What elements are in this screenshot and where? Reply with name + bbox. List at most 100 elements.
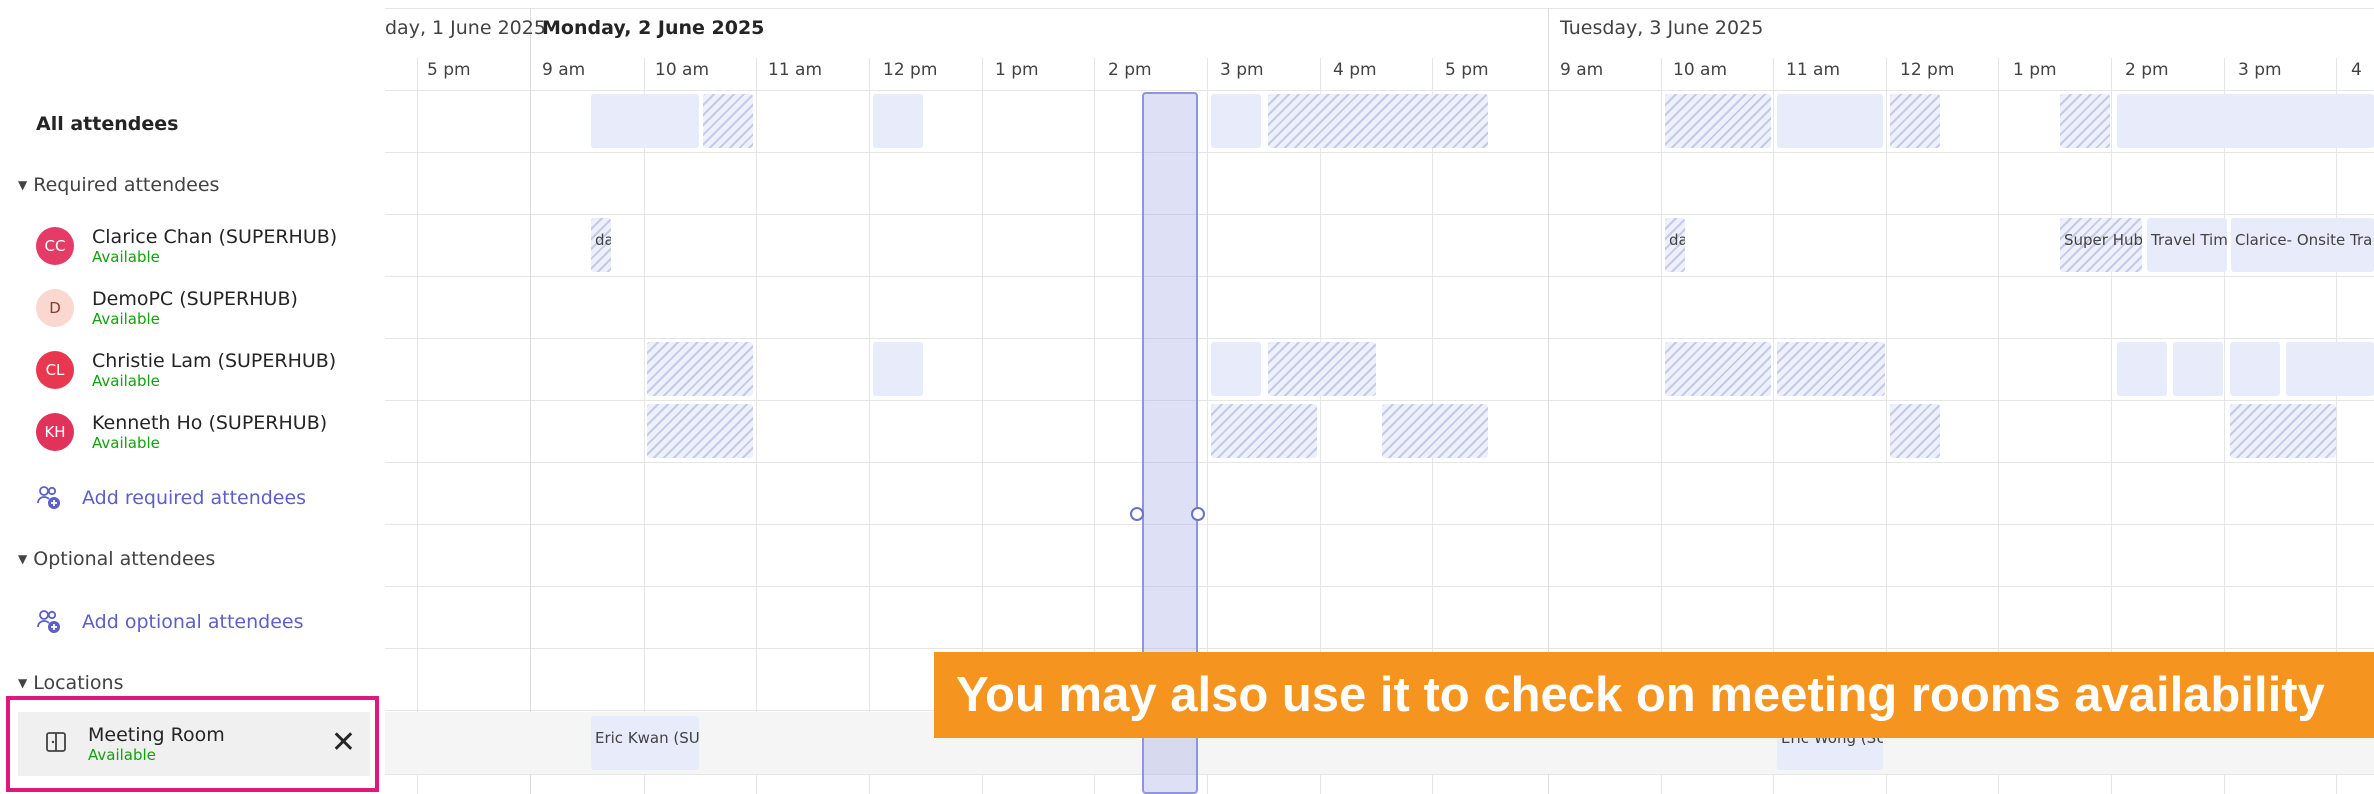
busy-block[interactable] xyxy=(1211,94,1261,148)
optional-attendees-toggle[interactable]: ▼ Optional attendees xyxy=(0,540,385,578)
attendee-status: Available xyxy=(92,310,160,328)
attendee-status: Available xyxy=(92,434,160,452)
hour-label: 11 am xyxy=(768,60,823,80)
event-block[interactable]: da xyxy=(591,218,611,272)
hour-label: 2 pm xyxy=(2125,60,2169,80)
busy-block[interactable] xyxy=(2230,342,2280,396)
grid-line xyxy=(385,524,2374,525)
tentative-block[interactable] xyxy=(1777,342,1885,396)
grid-line xyxy=(385,400,2374,401)
hour-line xyxy=(869,58,870,794)
required-attendees-toggle[interactable]: ▼ Required attendees xyxy=(0,166,385,204)
busy-block[interactable] xyxy=(591,94,699,148)
attendee-status: Available xyxy=(92,248,160,266)
busy-block[interactable] xyxy=(2286,342,2374,396)
hour-label: 9 am xyxy=(542,60,586,80)
caret-down-icon: ▼ xyxy=(18,178,28,192)
location-status: Available xyxy=(88,746,156,764)
all-attendees-label: All attendees xyxy=(36,113,179,135)
tentative-block[interactable] xyxy=(1268,342,1376,396)
event-block[interactable]: Super Hub xyxy=(2060,218,2142,272)
grid-line xyxy=(385,774,2374,775)
attendee-row[interactable]: CL Christie Lam (SUPERHUB) Available xyxy=(0,340,385,400)
avatar: CL xyxy=(36,351,74,389)
resize-handle-start[interactable] xyxy=(1130,507,1144,521)
avatar: CC xyxy=(36,227,74,265)
hour-line xyxy=(644,58,645,794)
tentative-block[interactable] xyxy=(1268,94,1488,148)
tentative-block[interactable] xyxy=(1665,342,1771,396)
hour-line xyxy=(417,58,418,794)
caption-banner: You may also use it to check on meeting … xyxy=(934,652,2374,738)
attendee-status: Available xyxy=(92,372,160,390)
busy-block[interactable] xyxy=(1211,342,1261,396)
tentative-block[interactable] xyxy=(1211,404,1317,458)
tentative-block[interactable] xyxy=(2060,94,2110,148)
attendee-row[interactable]: CC Clarice Chan (SUPERHUB) Available xyxy=(0,216,385,276)
grid-line xyxy=(385,648,2374,649)
grid-line xyxy=(385,8,2374,9)
tentative-block[interactable] xyxy=(1890,404,1940,458)
hour-line xyxy=(756,58,757,794)
hour-label: 12 pm xyxy=(1900,60,1955,80)
tentative-block[interactable] xyxy=(647,404,753,458)
optional-attendees-label: Optional attendees xyxy=(33,548,216,570)
hour-label: 5 pm xyxy=(1445,60,1489,80)
grid-line xyxy=(385,152,2374,153)
hour-label: 10 am xyxy=(655,60,710,80)
add-people-icon xyxy=(36,609,62,635)
add-required-attendees-label: Add required attendees xyxy=(82,487,307,509)
hour-label: 4 xyxy=(2351,60,2362,80)
busy-block[interactable] xyxy=(2117,94,2374,148)
day-line xyxy=(530,8,531,794)
busy-block[interactable] xyxy=(2117,342,2167,396)
location-row[interactable]: Meeting Room Available ✕ xyxy=(18,712,370,776)
add-optional-attendees-label: Add optional attendees xyxy=(82,611,304,633)
tentative-block[interactable] xyxy=(647,342,753,396)
attendee-name: DemoPC (SUPERHUB) xyxy=(92,288,298,310)
avatar: D xyxy=(36,289,74,327)
grid-line xyxy=(385,338,2374,339)
tentative-block[interactable] xyxy=(1665,94,1771,148)
hour-label: 10 am xyxy=(1673,60,1728,80)
attendee-sidebar: All attendees ▼ Required attendees CC Cl… xyxy=(0,0,385,794)
event-block[interactable]: da xyxy=(1665,218,1685,272)
location-name: Meeting Room xyxy=(88,724,225,746)
event-block[interactable]: Travel Tim xyxy=(2147,218,2227,272)
avatar-initials: CL xyxy=(45,361,65,379)
grid-line xyxy=(385,276,2374,277)
required-attendees-label: Required attendees xyxy=(33,174,220,196)
avatar-initials: CC xyxy=(44,237,66,255)
busy-block[interactable] xyxy=(2173,342,2223,396)
day-header: Tuesday, 3 June 2025 xyxy=(1560,17,1764,39)
busy-block[interactable] xyxy=(873,342,923,396)
hour-label: 9 am xyxy=(1560,60,1604,80)
grid-line xyxy=(385,586,2374,587)
attendee-row[interactable]: KH Kenneth Ho (SUPERHUB) Available xyxy=(0,402,385,462)
busy-block[interactable] xyxy=(873,94,923,148)
day-header: day, 1 June 2025 xyxy=(385,17,546,39)
avatar-initials: D xyxy=(49,299,61,317)
add-optional-attendees-button[interactable]: Add optional attendees xyxy=(0,600,385,644)
hour-label: 5 pm xyxy=(427,60,471,80)
locations-label: Locations xyxy=(33,672,124,694)
hour-label: 11 am xyxy=(1786,60,1841,80)
attendee-row[interactable]: D DemoPC (SUPERHUB) Available xyxy=(0,278,385,338)
caret-down-icon: ▼ xyxy=(18,676,28,690)
tentative-block[interactable] xyxy=(1890,94,1940,148)
room-booking-block[interactable]: Eric Kwan (SU xyxy=(591,716,699,770)
tentative-block[interactable] xyxy=(703,94,753,148)
resize-handle-end[interactable] xyxy=(1191,507,1205,521)
tentative-block[interactable] xyxy=(1382,404,1488,458)
grid-line xyxy=(385,90,2374,91)
add-required-attendees-button[interactable]: Add required attendees xyxy=(0,476,385,520)
room-door-icon xyxy=(44,730,68,758)
avatar: KH xyxy=(36,413,74,451)
attendee-name: Christie Lam (SUPERHUB) xyxy=(92,350,337,372)
hour-label: 2 pm xyxy=(1108,60,1152,80)
busy-block[interactable] xyxy=(1777,94,1883,148)
avatar-initials: KH xyxy=(44,423,66,441)
event-block[interactable]: Clarice- Onsite Tra xyxy=(2231,218,2374,272)
tentative-block[interactable] xyxy=(2230,404,2336,458)
close-icon[interactable]: ✕ xyxy=(331,728,356,758)
